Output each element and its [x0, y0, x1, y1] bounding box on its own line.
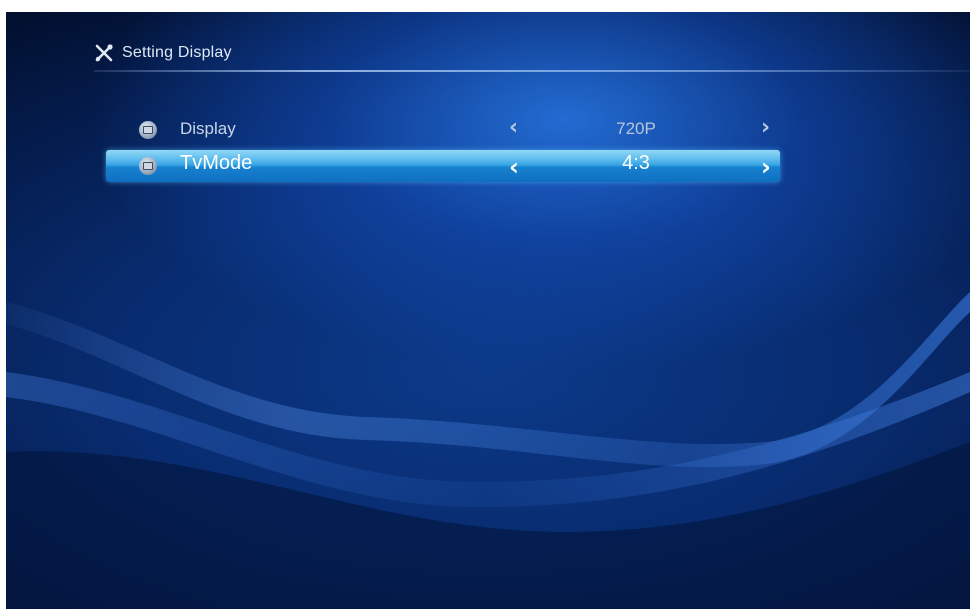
page-title: Setting Display	[122, 44, 232, 61]
monitor-icon	[139, 121, 157, 139]
chevron-left-icon[interactable]: ‹	[509, 117, 518, 139]
setting-value: 720P	[616, 119, 656, 138]
chevron-left-icon[interactable]: ‹	[509, 155, 519, 179]
setting-row-tvmode[interactable]: TvMode ‹ 4:3 ›	[106, 150, 780, 182]
tools-icon	[95, 44, 113, 62]
setting-row-display[interactable]: Display ‹ 720P ›	[106, 114, 780, 146]
page-header: Setting Display	[94, 40, 232, 66]
chevron-right-icon[interactable]: ›	[761, 155, 771, 179]
chevron-right-icon[interactable]: ›	[761, 117, 770, 139]
setting-label: Display	[180, 119, 236, 138]
tv-icon	[139, 157, 157, 175]
setting-value: 4:3	[622, 152, 650, 174]
setting-label: TvMode	[180, 152, 253, 174]
tv-settings-screen: Setting Display Display ‹ 720P › TvMode …	[6, 12, 970, 609]
header-divider	[94, 70, 970, 72]
background-wave	[6, 292, 970, 609]
